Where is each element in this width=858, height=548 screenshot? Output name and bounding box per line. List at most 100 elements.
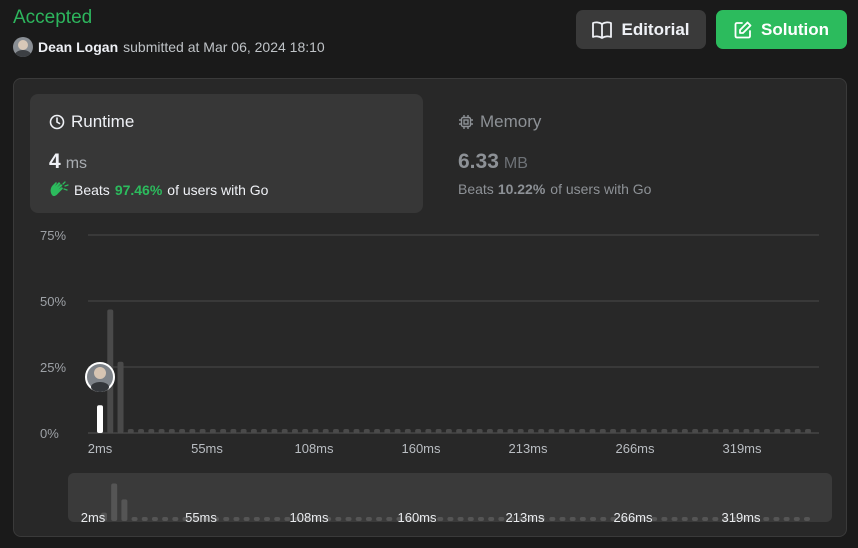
bar[interactable] — [415, 429, 422, 433]
bar[interactable] — [189, 429, 196, 433]
navigator-bar — [477, 517, 484, 521]
x-tick-label: 108ms — [294, 441, 334, 456]
bar[interactable] — [610, 429, 617, 433]
bar[interactable] — [497, 429, 504, 433]
navigator-bar — [691, 517, 698, 521]
bar[interactable] — [148, 429, 155, 433]
chart-navigator[interactable] — [68, 473, 832, 522]
navigator-bar — [467, 517, 474, 521]
bar[interactable] — [158, 429, 165, 433]
bar[interactable] — [640, 429, 647, 433]
navigator-bar — [457, 517, 464, 521]
bar[interactable] — [179, 429, 186, 433]
bar[interactable] — [117, 361, 124, 433]
navigator-bar — [172, 517, 179, 521]
bar[interactable] — [692, 429, 699, 433]
bar[interactable] — [661, 429, 668, 433]
bar[interactable] — [250, 429, 257, 433]
navigator-bar — [162, 517, 169, 521]
bar[interactable] — [486, 429, 493, 433]
bar[interactable] — [620, 429, 627, 433]
bar[interactable] — [722, 429, 729, 433]
bar[interactable] — [548, 429, 555, 433]
navigator-bar — [579, 517, 586, 521]
bar[interactable] — [466, 429, 473, 433]
navigator-bar — [131, 517, 138, 521]
navigator-bar — [111, 483, 118, 521]
bar[interactable] — [517, 429, 524, 433]
bar[interactable] — [261, 429, 268, 433]
bar[interactable] — [240, 429, 247, 433]
bar[interactable] — [445, 429, 452, 433]
bar[interactable] — [333, 429, 339, 433]
bar[interactable] — [712, 429, 719, 433]
bar[interactable] — [743, 429, 750, 433]
bar[interactable] — [425, 429, 432, 433]
bar[interactable] — [127, 429, 134, 433]
bar[interactable] — [302, 429, 309, 433]
bar[interactable] — [651, 429, 658, 433]
navigator-bar — [590, 517, 597, 521]
bar[interactable] — [569, 429, 575, 433]
bar[interactable] — [384, 429, 391, 433]
bar[interactable] — [599, 429, 606, 433]
runtime-distribution-chart[interactable]: 0% 25% 50% 75% 2ms 55ms 108ms 160ms 213ms 266ms 31… — [0, 0, 858, 548]
navigator-bar — [223, 517, 230, 521]
navigator-tick-label: 55ms — [185, 510, 217, 525]
navigator-bar — [559, 517, 566, 521]
navigator-tick-label: 213ms — [505, 510, 545, 525]
bar[interactable] — [209, 429, 216, 433]
bar[interactable] — [291, 429, 298, 433]
bar[interactable] — [404, 429, 411, 433]
bar[interactable] — [681, 429, 688, 433]
bar[interactable] — [199, 429, 206, 433]
bar[interactable] — [363, 429, 370, 433]
bar[interactable] — [763, 429, 770, 433]
bar[interactable] — [138, 429, 145, 433]
x-tick-label: 319ms — [722, 441, 762, 456]
bar[interactable] — [271, 429, 278, 433]
user-position-avatar[interactable] — [85, 362, 115, 392]
bar[interactable] — [435, 429, 442, 433]
bar[interactable] — [774, 429, 781, 433]
navigator-bar — [702, 517, 709, 521]
bar[interactable] — [476, 429, 483, 433]
bar[interactable] — [312, 429, 319, 433]
bar[interactable] — [507, 429, 514, 433]
bar[interactable] — [394, 429, 401, 433]
bar[interactable] — [322, 429, 329, 433]
navigator-bar — [773, 517, 780, 521]
bar[interactable] — [353, 429, 360, 433]
bar-highlight[interactable] — [97, 405, 103, 433]
bar[interactable] — [220, 429, 227, 433]
navigator-bar — [549, 517, 556, 521]
navigator-bar — [804, 517, 810, 521]
bar[interactable] — [168, 429, 175, 433]
bar[interactable] — [630, 429, 637, 433]
bar[interactable] — [671, 429, 678, 433]
bar[interactable] — [579, 429, 586, 433]
bar[interactable] — [805, 429, 811, 433]
bar[interactable] — [230, 429, 237, 433]
navigator-bar — [437, 517, 444, 521]
navigator-bar — [243, 517, 250, 521]
bar[interactable] — [456, 429, 463, 433]
bar[interactable] — [527, 429, 534, 433]
bar[interactable] — [374, 429, 381, 433]
bar[interactable] — [281, 429, 288, 433]
bar[interactable] — [733, 429, 740, 433]
bar[interactable] — [702, 429, 709, 433]
navigator-tick-label: 2ms — [81, 510, 106, 525]
bar[interactable] — [784, 429, 791, 433]
bar[interactable] — [753, 429, 760, 433]
bar[interactable] — [589, 429, 596, 433]
y-tick-label: 25% — [40, 360, 66, 375]
bar[interactable] — [558, 429, 565, 433]
bar[interactable] — [343, 429, 350, 433]
navigator-bar — [763, 517, 770, 521]
x-tick-label: 2ms — [88, 441, 113, 456]
navigator-bar — [793, 517, 800, 521]
navigator-tick-label: 108ms — [289, 510, 329, 525]
bar[interactable] — [538, 429, 545, 433]
bar[interactable] — [794, 429, 801, 433]
